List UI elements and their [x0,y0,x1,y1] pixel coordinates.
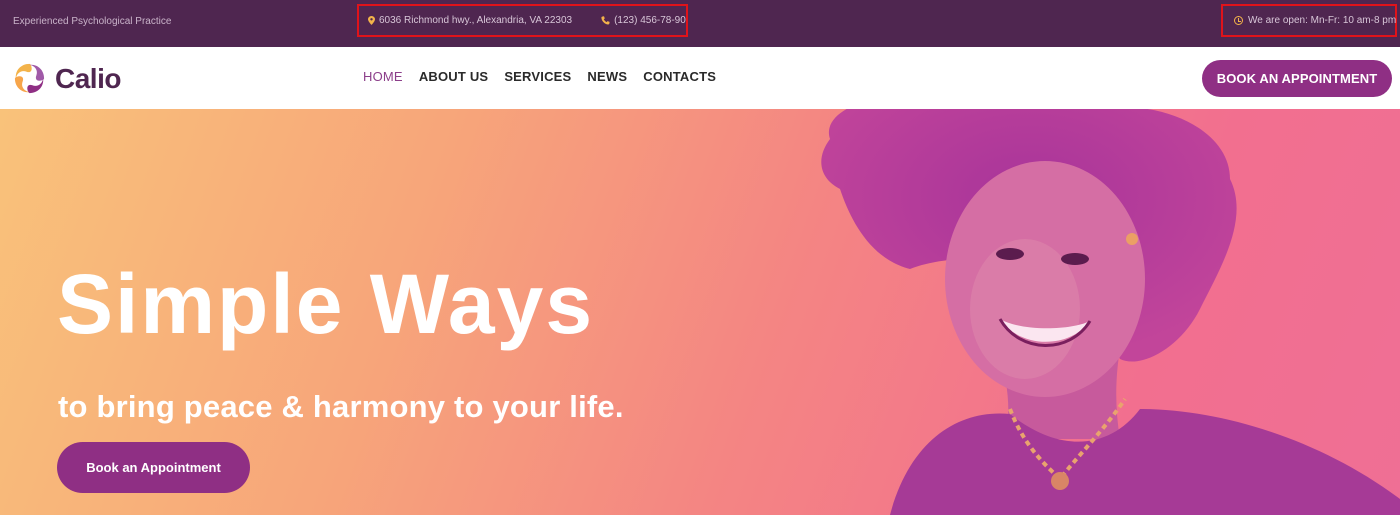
nav-about-us[interactable]: ABOUT US [419,69,489,84]
main-navigation: HOME ABOUT US SERVICES NEWS CONTACTS [363,69,732,84]
book-appointment-header-button[interactable]: BOOK AN APPOINTMENT [1202,60,1392,97]
phone-info[interactable]: (123) 456-78-90 [601,15,686,26]
address-info[interactable]: 6036 Richmond hwy., Alexandria, VA 22303 [368,15,572,26]
hours-info-highlight: We are open: Mn-Fr: 10 am-8 pm [1221,4,1397,37]
clock-icon [1234,16,1243,25]
phone-icon [601,16,610,25]
logo-text: Calio [55,62,121,94]
practice-tagline: Experienced Psychological Practice [13,16,172,27]
nav-contacts[interactable]: CONTACTS [643,69,716,84]
hero-section: Simple Ways to bring peace & harmony to … [0,109,1400,515]
hero-woman-photo [821,109,1400,515]
top-info-bar: Experienced Psychological Practice 6036 … [0,0,1400,47]
phone-text: (123) 456-78-90 [614,15,686,26]
site-header: Calio HOME ABOUT US SERVICES NEWS CONTAC… [0,47,1400,109]
nav-home[interactable]: HOME [363,69,403,84]
hours-info: We are open: Mn-Fr: 10 am-8 pm [1234,15,1396,26]
contact-info-highlight: 6036 Richmond hwy., Alexandria, VA 22303… [357,4,688,37]
site-logo[interactable]: Calio [12,61,121,96]
nav-news[interactable]: NEWS [587,69,627,84]
hero-title: Simple Ways [57,257,595,351]
nav-services[interactable]: SERVICES [504,69,571,84]
hero-subtitle: to bring peace & harmony to your life. [58,389,624,424]
logo-mark-icon [14,63,45,94]
address-text: 6036 Richmond hwy., Alexandria, VA 22303 [379,15,573,26]
hours-text: We are open: Mn-Fr: 10 am-8 pm [1248,15,1397,26]
map-pin-icon [368,16,375,25]
book-appointment-hero-button[interactable]: Book an Appointment [57,442,250,493]
